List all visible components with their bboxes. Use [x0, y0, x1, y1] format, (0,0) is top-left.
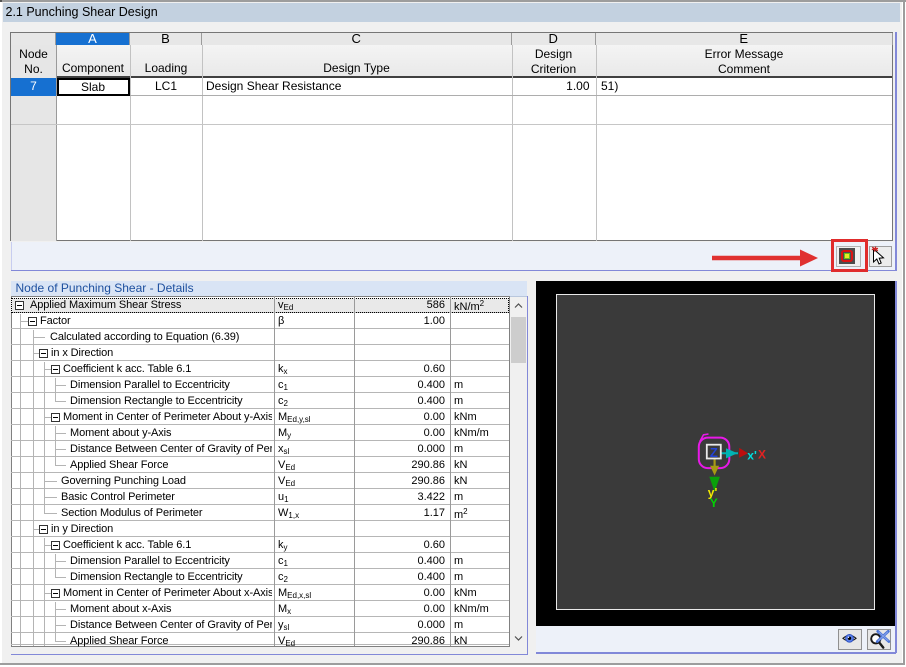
svg-text:X: X — [758, 448, 766, 462]
svg-text:x': x' — [747, 449, 757, 463]
svg-text:Y: Y — [710, 496, 718, 510]
svg-text:Z: Z — [710, 445, 718, 460]
